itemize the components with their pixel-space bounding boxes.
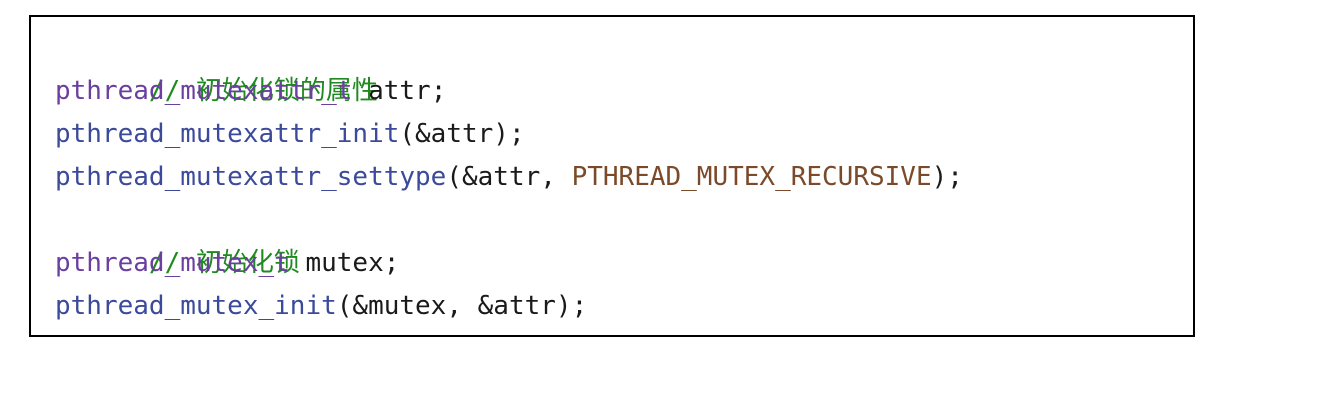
code-block: // 初始化锁的属性 pthread_mutexattr_t attr; pth…	[55, 27, 963, 328]
code-type: pthread_mutex_t	[55, 248, 290, 278]
code-line-6: pthread_mutex_t mutex;	[55, 242, 963, 285]
code-line-5: // 初始化锁	[55, 199, 963, 278]
code-line-7: pthread_mutex_init(&mutex, &attr);	[55, 285, 963, 328]
code-type: pthread_mutexattr_t	[55, 76, 353, 106]
code-text: attr;	[352, 76, 447, 106]
code-text: (&attr,	[446, 162, 572, 192]
code-function: pthread_mutexattr_settype	[55, 162, 447, 192]
code-line-4: pthread_mutexattr_settype(&attr, PTHREAD…	[55, 156, 963, 199]
code-line-1: // 初始化锁的属性	[55, 27, 963, 106]
code-text: );	[931, 162, 963, 192]
code-function: pthread_mutexattr_init	[55, 119, 400, 149]
code-line-3: pthread_mutexattr_init(&attr);	[55, 113, 963, 156]
code-line-2: pthread_mutexattr_t attr;	[55, 70, 963, 113]
code-function: pthread_mutex_init	[55, 291, 337, 321]
code-snippet-box: // 初始化锁的属性 pthread_mutexattr_t attr; pth…	[29, 15, 1195, 337]
code-text: mutex;	[289, 248, 400, 278]
code-text: (&mutex, &attr);	[336, 291, 588, 321]
code-constant: PTHREAD_MUTEX_RECURSIVE	[571, 162, 932, 192]
code-text: (&attr);	[399, 119, 525, 149]
